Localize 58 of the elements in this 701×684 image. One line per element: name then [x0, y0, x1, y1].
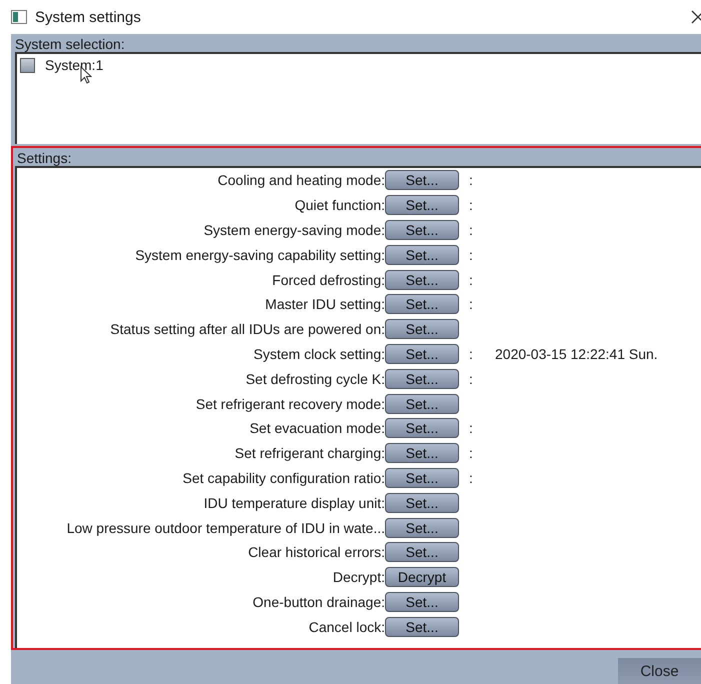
separator: : [469, 246, 474, 263]
group-label: Settings: [16, 149, 72, 166]
set-button[interactable]: Set... [385, 170, 459, 190]
set-button[interactable]: Set... [385, 319, 459, 340]
set-button[interactable]: Set... [385, 344, 459, 364]
setting-label: Low pressure outdoor temperature of IDU in wate... [66, 520, 385, 536]
setting-value: 2020-03-15 12:22:41 Sun. [495, 346, 658, 362]
setting-label: One-button drainage: [252, 594, 385, 610]
group-label: System selection: [14, 35, 126, 52]
set-button[interactable]: Set... [385, 244, 459, 265]
window-title: System settings [35, 8, 141, 26]
setting-label: Set refrigerant charging: [234, 445, 385, 462]
set-button[interactable]: Set... [385, 220, 459, 240]
separator: : [469, 172, 474, 188]
setting-label: Decrypt: [332, 569, 385, 586]
separator: : [469, 370, 474, 387]
setting-label: Set refrigerant recovery mode: [194, 396, 385, 412]
setting-label: Set defrosting cycle K: [244, 370, 385, 387]
separator: : [469, 445, 474, 462]
set-button[interactable]: Set... [385, 418, 459, 438]
setting-label: Forced defrosting: [271, 272, 385, 288]
separator: : [469, 222, 474, 238]
set-button[interactable]: Set... [385, 542, 459, 562]
setting-label: System energy-saving capability setting: [134, 246, 385, 263]
set-button[interactable]: Set... [385, 443, 459, 464]
setting-label: Set evacuation mode: [248, 420, 385, 436]
setting-label: Cancel lock: [308, 618, 385, 635]
checkbox[interactable] [20, 58, 35, 72]
separator: : [469, 470, 474, 486]
separator: : [469, 346, 474, 362]
separator: : [469, 272, 474, 288]
setting-label: System clock setting: [252, 346, 385, 362]
separator: : [469, 296, 474, 312]
close-button[interactable]: Close [618, 658, 701, 684]
close-icon[interactable] [691, 10, 701, 24]
set-button[interactable]: Set... [385, 294, 459, 314]
setting-label: Cooling and heating mode: [216, 172, 385, 188]
setting-label: IDU temperature display unit: [202, 494, 385, 511]
set-button[interactable]: Set... [385, 270, 459, 290]
set-button[interactable]: Set... [385, 592, 459, 612]
set-button[interactable]: Set... [385, 492, 459, 513]
separator: : [469, 197, 474, 214]
setting-label: Status setting after all IDUs are powered on: [109, 321, 385, 338]
set-button[interactable]: Set... [385, 518, 459, 538]
set-button[interactable]: Decrypt [385, 567, 459, 588]
setting-label: Set capability configuration ratio: [182, 470, 385, 486]
checkbox-label: System:1 [45, 57, 104, 73]
setting-label: Clear historical errors: [247, 544, 385, 560]
set-button[interactable]: Set... [385, 195, 459, 216]
set-button[interactable]: Set... [385, 394, 459, 414]
setting-label: Quiet function: [294, 197, 385, 214]
setting-label: Master IDU setting: [264, 296, 385, 312]
separator: : [469, 420, 474, 436]
setting-label: System energy-saving mode: [202, 222, 385, 238]
set-button[interactable]: Set... [385, 468, 459, 488]
set-button[interactable]: Set... [385, 368, 459, 389]
window-icon [11, 10, 27, 24]
set-button[interactable]: Set... [385, 616, 459, 637]
